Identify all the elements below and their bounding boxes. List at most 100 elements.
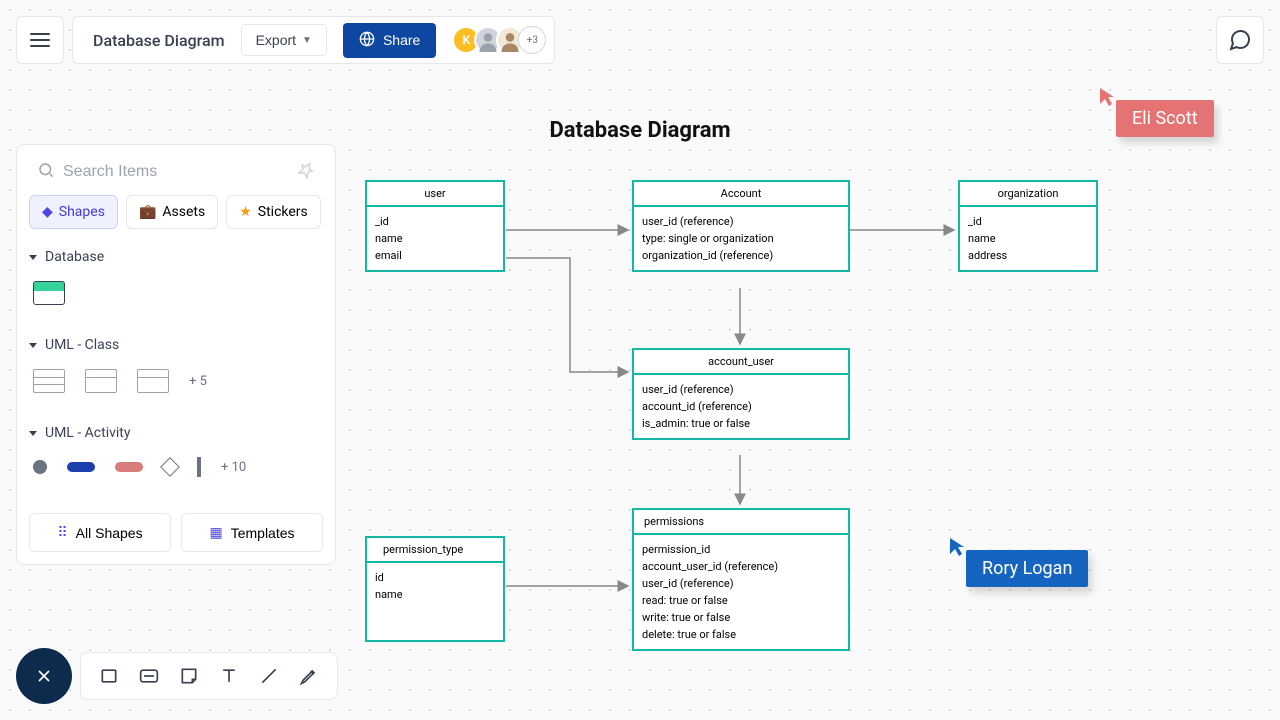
table-field: user_id (reference) bbox=[642, 213, 840, 230]
caret-down-icon: ▼ bbox=[302, 35, 312, 46]
cursor-rory-label: Rory Logan bbox=[966, 550, 1088, 587]
star-icon: ★ bbox=[239, 204, 252, 220]
cursor-eli-label: Eli Scott bbox=[1116, 100, 1214, 137]
title-bar: Database Diagram Export ▼ Share K +3 bbox=[72, 16, 555, 64]
share-label: Share bbox=[383, 32, 420, 48]
avatar-more[interactable]: +3 bbox=[518, 26, 546, 54]
tab-shapes-label: Shapes bbox=[59, 204, 105, 220]
tool-label[interactable] bbox=[139, 666, 159, 686]
table-permission-type-name: permission_type bbox=[367, 538, 503, 563]
canvas-title[interactable]: Database Diagram bbox=[549, 118, 730, 143]
cursor-icon bbox=[948, 536, 966, 558]
table-account-name: Account bbox=[634, 182, 848, 207]
tab-shapes[interactable]: ◆ Shapes bbox=[29, 195, 118, 229]
shape-activity-start[interactable] bbox=[33, 460, 47, 474]
shape-activity-decision[interactable] bbox=[160, 457, 180, 477]
table-field: name bbox=[375, 586, 495, 603]
table-field: account_user_id (reference) bbox=[642, 558, 840, 575]
section-uml-class-label: UML - Class bbox=[45, 337, 119, 353]
shape-activity-action-2[interactable] bbox=[115, 462, 143, 472]
cursor-eli: Eli Scott bbox=[1098, 86, 1214, 137]
close-button[interactable] bbox=[16, 648, 72, 704]
tool-line[interactable] bbox=[259, 666, 279, 686]
grid-icon: ⠿ bbox=[57, 524, 67, 541]
table-field: account_id (reference) bbox=[642, 398, 840, 415]
briefcase-icon: 💼 bbox=[139, 204, 156, 220]
menu-icon bbox=[30, 33, 50, 47]
search-icon bbox=[37, 161, 55, 183]
uml-class-more[interactable]: + 5 bbox=[189, 374, 207, 389]
templates-button[interactable]: ▦ Templates bbox=[181, 513, 323, 552]
uml-activity-more[interactable]: + 10 bbox=[221, 460, 246, 475]
drawing-toolbar bbox=[80, 652, 338, 700]
table-organization[interactable]: organization _id name address bbox=[958, 180, 1098, 272]
table-field: user_id (reference) bbox=[642, 381, 840, 398]
table-user[interactable]: user _id name email bbox=[365, 180, 505, 272]
chat-icon bbox=[1228, 28, 1252, 52]
shape-activity-bar[interactable] bbox=[197, 457, 201, 477]
section-uml-activity-label: UML - Activity bbox=[45, 425, 131, 441]
table-user-name: user bbox=[367, 182, 503, 207]
table-field: id bbox=[375, 569, 495, 586]
tab-assets-label: Assets bbox=[162, 204, 205, 220]
caret-down-icon bbox=[29, 255, 37, 260]
section-uml-activity[interactable]: UML - Activity bbox=[29, 425, 323, 441]
table-permissions-name: permissions bbox=[634, 510, 848, 535]
table-account-user[interactable]: account_user user_id (reference) account… bbox=[632, 348, 850, 440]
search-input[interactable] bbox=[63, 163, 263, 181]
table-field: type: single or organization bbox=[642, 230, 840, 247]
table-account-user-name: account_user bbox=[634, 350, 848, 375]
caret-down-icon bbox=[29, 431, 37, 436]
tab-stickers[interactable]: ★ Stickers bbox=[226, 195, 321, 229]
table-field: organization_id (reference) bbox=[642, 247, 840, 264]
table-field: email bbox=[375, 247, 495, 264]
table-field: _id bbox=[375, 213, 495, 230]
table-permissions[interactable]: permissions permission_id account_user_i… bbox=[632, 508, 850, 651]
section-database[interactable]: Database bbox=[29, 249, 323, 265]
template-icon: ▦ bbox=[209, 524, 222, 541]
tab-stickers-label: Stickers bbox=[258, 204, 308, 220]
shapes-sidebar: ◆ Shapes 💼 Assets ★ Stickers Database UM… bbox=[16, 144, 336, 565]
table-field: delete: true or false bbox=[642, 626, 840, 643]
section-uml-class[interactable]: UML - Class bbox=[29, 337, 323, 353]
table-field: read: true or false bbox=[642, 592, 840, 609]
caret-down-icon bbox=[29, 343, 37, 348]
diamond-icon: ◆ bbox=[42, 204, 53, 220]
tool-sticky[interactable] bbox=[179, 666, 199, 686]
share-button[interactable]: Share bbox=[343, 23, 436, 58]
close-icon bbox=[34, 666, 54, 686]
table-field: is_admin: true or false bbox=[642, 415, 840, 432]
cursor-icon bbox=[1098, 86, 1116, 108]
shape-class-2[interactable] bbox=[85, 369, 117, 393]
globe-icon bbox=[359, 31, 375, 50]
table-field: _id bbox=[968, 213, 1088, 230]
pin-icon[interactable] bbox=[297, 161, 315, 183]
collaborators: K +3 bbox=[452, 26, 546, 54]
shape-class-1[interactable] bbox=[33, 369, 65, 393]
table-field: name bbox=[375, 230, 495, 247]
table-field: write: true or false bbox=[642, 609, 840, 626]
table-field: permission_id bbox=[642, 541, 840, 558]
table-account[interactable]: Account user_id (reference) type: single… bbox=[632, 180, 850, 272]
section-database-label: Database bbox=[45, 249, 104, 265]
table-field: user_id (reference) bbox=[642, 575, 840, 592]
tool-rectangle[interactable] bbox=[99, 666, 119, 686]
export-button[interactable]: Export ▼ bbox=[241, 24, 327, 56]
shape-activity-action-1[interactable] bbox=[67, 462, 95, 472]
all-shapes-button[interactable]: ⠿ All Shapes bbox=[29, 513, 171, 552]
tool-text[interactable] bbox=[219, 666, 239, 686]
shape-class-3[interactable] bbox=[137, 369, 169, 393]
cursor-rory: Rory Logan bbox=[948, 536, 1088, 587]
table-permission-type[interactable]: permission_type id name bbox=[365, 536, 505, 642]
document-title[interactable]: Database Diagram bbox=[93, 31, 225, 50]
shape-db-table[interactable] bbox=[33, 281, 65, 305]
all-shapes-label: All Shapes bbox=[76, 525, 143, 541]
tool-pen[interactable] bbox=[299, 666, 319, 686]
hamburger-menu[interactable] bbox=[16, 16, 64, 64]
tab-assets[interactable]: 💼 Assets bbox=[126, 195, 218, 229]
export-label: Export bbox=[256, 32, 296, 48]
table-organization-name: organization bbox=[960, 182, 1096, 207]
templates-label: Templates bbox=[231, 525, 295, 541]
chat-button[interactable] bbox=[1216, 16, 1264, 64]
table-field: address bbox=[968, 247, 1088, 264]
